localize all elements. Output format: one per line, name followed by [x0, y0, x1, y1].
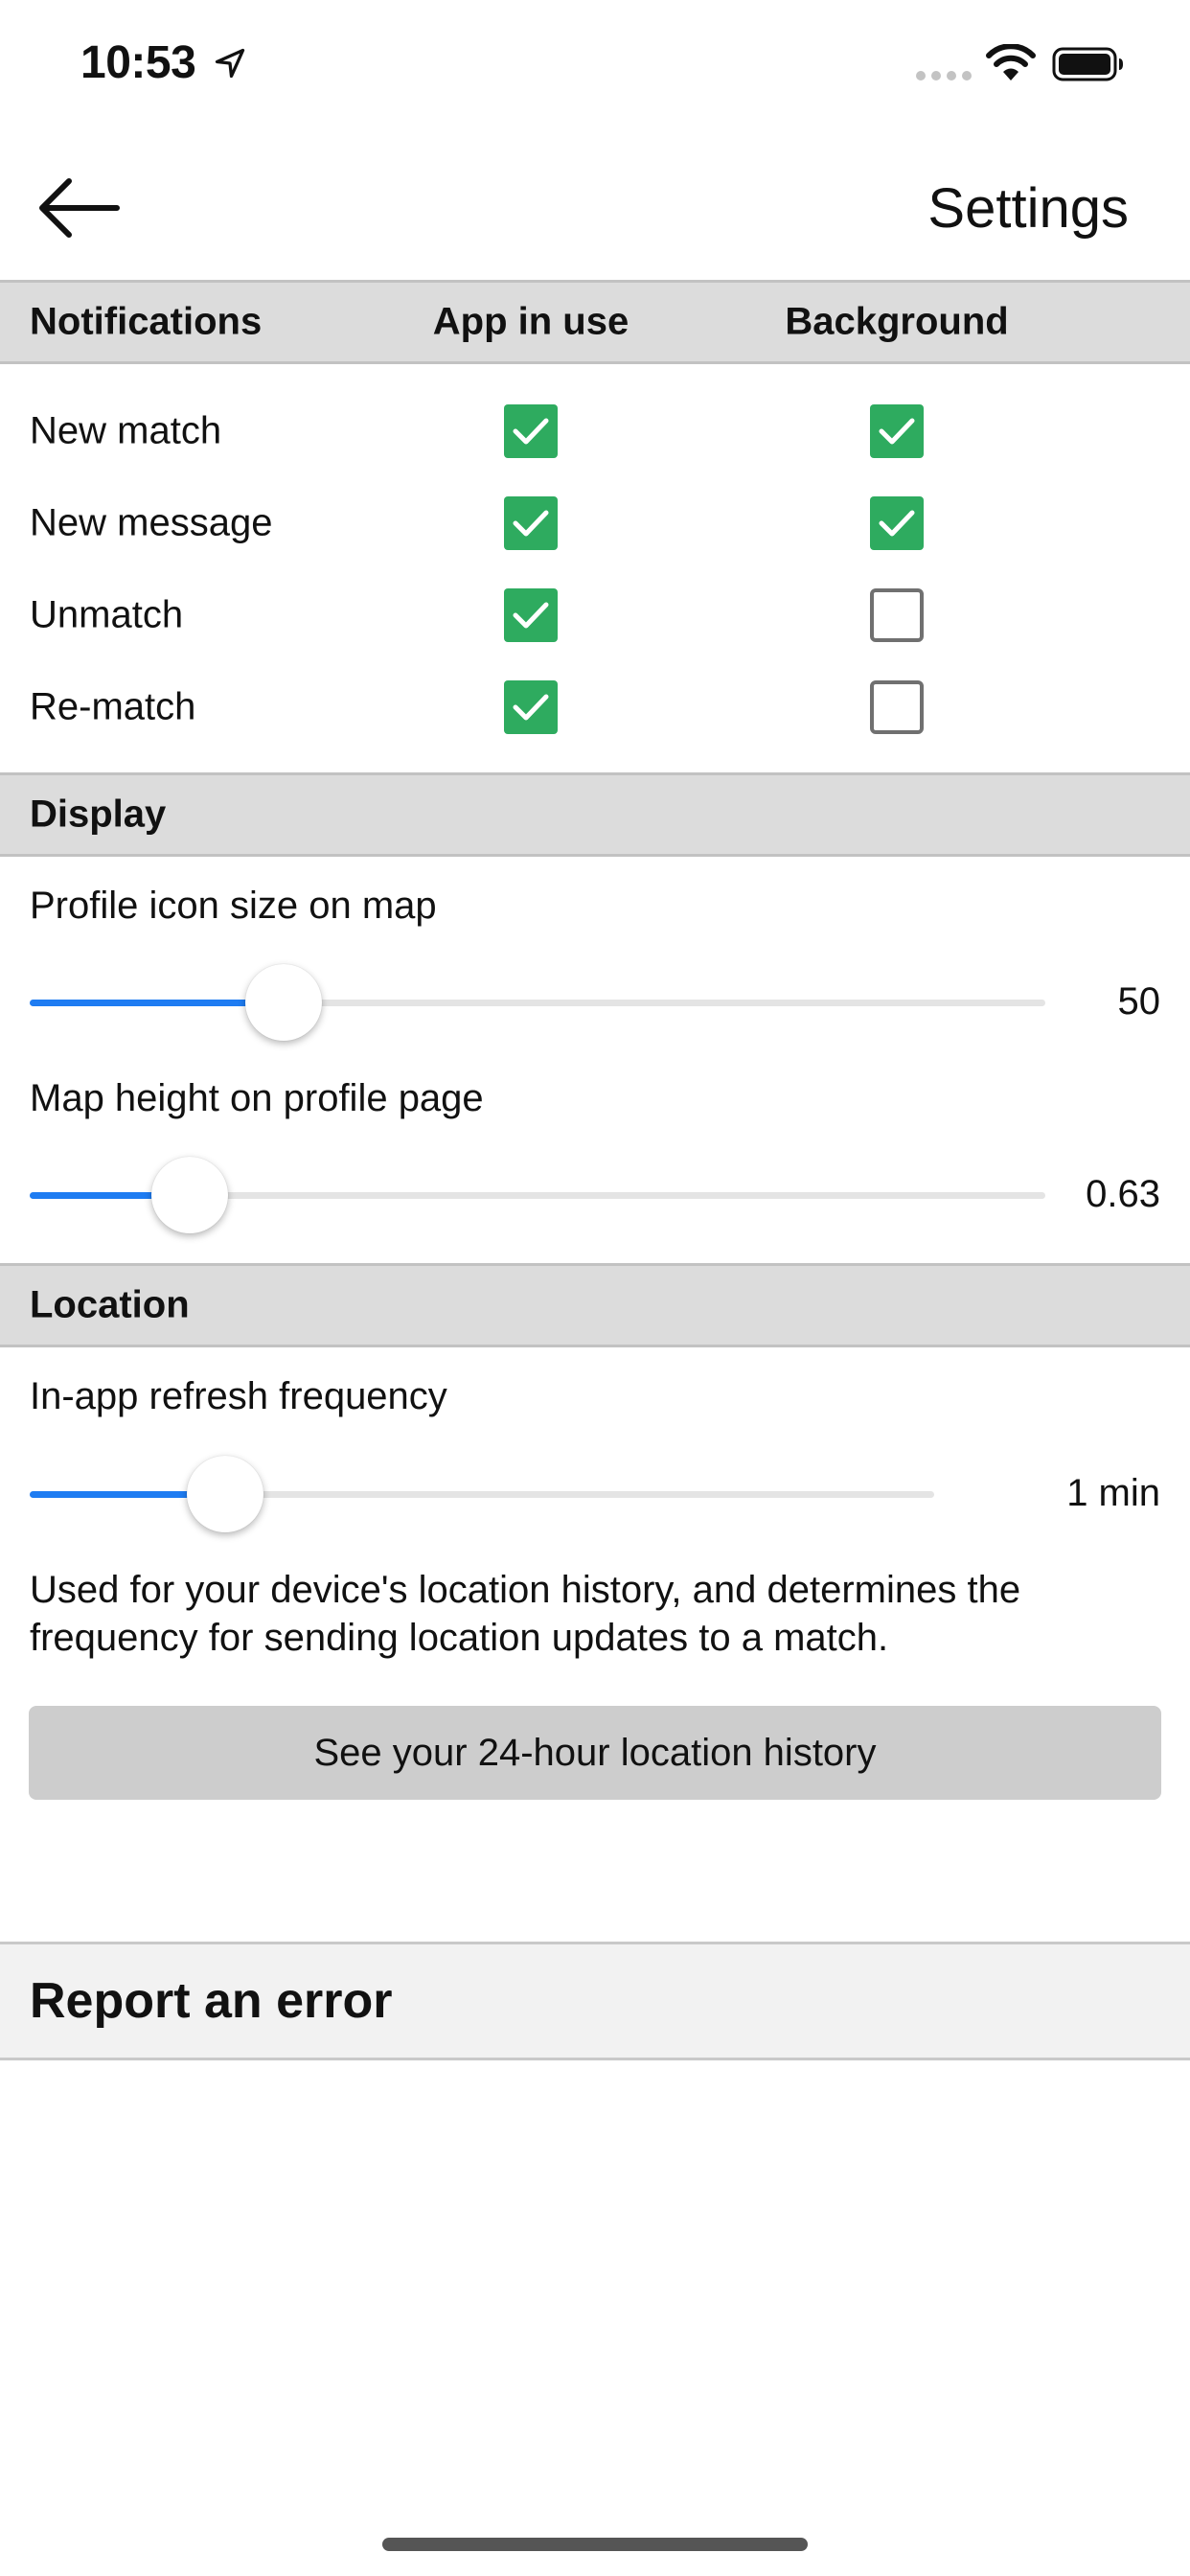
checkmark-icon [513, 510, 549, 537]
back-arrow-icon[interactable] [34, 176, 123, 240]
new-message-app-in-use-checkbox[interactable] [504, 496, 558, 550]
location-help-text: Used for your device's location history,… [30, 1569, 1021, 1659]
re-match-background-checkbox[interactable] [870, 680, 924, 734]
home-indicator [382, 2538, 808, 2551]
location-header: Location [0, 1263, 1190, 1347]
profile-icon-size-label: Profile icon size on map [30, 885, 437, 927]
cellular-signal-icon [916, 71, 972, 80]
re-match-app-in-use-checkbox[interactable] [504, 680, 558, 734]
background-column-header: Background [785, 300, 1009, 343]
unmatch-app-in-use-checkbox[interactable] [504, 588, 558, 642]
display-header: Display [0, 772, 1190, 857]
checkmark-icon [513, 418, 549, 445]
status-bar: 10:53 [0, 0, 1190, 134]
checkmark-icon [513, 694, 549, 721]
slider-thumb[interactable] [245, 964, 323, 1041]
notification-row-new-match: New match [0, 385, 1190, 477]
checkmark-icon [513, 602, 549, 629]
notification-label: New message [30, 501, 273, 544]
notification-label: Unmatch [30, 593, 184, 636]
slider-thumb[interactable] [187, 1456, 264, 1532]
location-history-button[interactable]: See your 24-hour location history [29, 1706, 1161, 1800]
battery-icon [1052, 47, 1123, 81]
notifications-header: Notifications App in use Background [0, 280, 1190, 364]
page-title: Settings [927, 177, 1129, 240]
notification-row-unmatch: Unmatch [0, 569, 1190, 661]
checkmark-icon [879, 418, 915, 445]
refresh-frequency-label: In-app refresh frequency [30, 1375, 447, 1417]
new-match-app-in-use-checkbox[interactable] [504, 404, 558, 458]
notification-label: Re-match [30, 685, 196, 728]
app-in-use-column-header: App in use [432, 300, 629, 343]
nav-bar: Settings [0, 134, 1190, 278]
new-match-background-checkbox[interactable] [870, 404, 924, 458]
checkmark-icon [879, 510, 915, 537]
notification-label: New match [30, 409, 222, 452]
notification-row-new-message: New message [0, 477, 1190, 569]
location-arrow-icon [215, 48, 245, 79]
unmatch-background-checkbox[interactable] [870, 588, 924, 642]
status-time: 10:53 [80, 37, 196, 88]
report-error-row[interactable]: Report an error [0, 1942, 1190, 2060]
map-height-slider[interactable] [30, 1152, 1045, 1238]
notifications-header-label: Notifications [30, 300, 263, 343]
location-header-label: Location [30, 1283, 190, 1326]
map-height-label: Map height on profile page [30, 1077, 484, 1119]
map-height-value: 0.63 [1086, 1173, 1160, 1215]
slider-thumb[interactable] [151, 1157, 229, 1233]
profile-icon-size-value: 50 [1117, 980, 1161, 1023]
wifi-icon [986, 44, 1036, 80]
display-header-label: Display [30, 793, 167, 836]
refresh-frequency-value: 1 min [1066, 1472, 1160, 1514]
refresh-frequency-slider[interactable] [30, 1451, 934, 1537]
new-message-background-checkbox[interactable] [870, 496, 924, 550]
profile-icon-size-slider[interactable] [30, 959, 1045, 1046]
report-error-label: Report an error [30, 1973, 393, 2029]
notification-row-re-match: Re-match [0, 661, 1190, 753]
